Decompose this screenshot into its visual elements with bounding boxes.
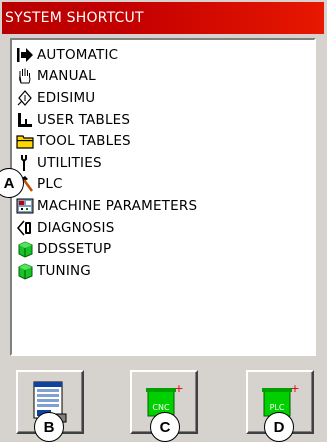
list-item-diagnosis[interactable]: DIAGNOSIS <box>16 217 197 239</box>
list-item-automatic[interactable]: AUTOMATIC <box>16 44 197 66</box>
axes-icon <box>16 111 34 129</box>
list-item-manual[interactable]: MANUAL <box>16 66 197 88</box>
svg-text:+: + <box>290 382 299 395</box>
machine-icon <box>16 197 34 215</box>
list-item-plc[interactable]: PLC <box>16 174 197 196</box>
list-item-label: DIAGNOSIS <box>37 219 115 236</box>
list-item-label: USER TABLES <box>37 111 131 128</box>
diagnosis-icon <box>16 219 34 237</box>
svg-text:+: + <box>174 382 183 395</box>
list-item-utilities[interactable]: UTILITIES <box>16 152 197 174</box>
list-item-label: DDSSETUP <box>37 241 112 258</box>
callout-c: C <box>150 412 180 442</box>
window-title: SYSTEM SHORTCUT <box>2 2 324 34</box>
green-cube-icon <box>16 240 34 258</box>
list-item-label: MANUAL <box>37 68 96 85</box>
list-item-edisimu[interactable]: EDISIMU <box>16 87 197 109</box>
list-item-user-tables[interactable]: USER TABLES <box>16 109 197 131</box>
shortcut-list-panel: AUTOMATIC MANUAL EDISIMU USER TABLES TOO… <box>10 38 316 356</box>
list-item-tool-tables[interactable]: TOOL TABLES <box>16 130 197 152</box>
callout-b: B <box>34 412 64 442</box>
list-item-label: TOOL TABLES <box>37 133 131 150</box>
list-item-machine-parameters[interactable]: MACHINE PARAMETERS <box>16 195 197 217</box>
green-cube-icon <box>16 262 34 280</box>
list-item-label: AUTOMATIC <box>37 46 119 63</box>
folder-icon <box>16 132 34 150</box>
list-item-label: PLC <box>37 176 63 193</box>
shortcut-list: AUTOMATIC MANUAL EDISIMU USER TABLES TOO… <box>16 44 197 282</box>
wrench-icon <box>16 154 34 172</box>
diamond-icon <box>16 89 34 107</box>
callout-d: D <box>264 412 294 442</box>
plc-icon-label: PLC <box>270 403 285 412</box>
list-item-ddssetup[interactable]: DDSSETUP <box>16 238 197 260</box>
list-item-tuning[interactable]: TUNING <box>16 260 197 282</box>
list-item-label: MACHINE PARAMETERS <box>37 197 198 214</box>
list-item-label: UTILITIES <box>37 154 102 171</box>
list-item-label: EDISIMU <box>37 89 96 106</box>
system-shortcut-window: SYSTEM SHORTCUT AUTOMATIC MANUAL EDISIMU <box>2 2 324 438</box>
cnc-icon-label: CNC <box>152 403 170 412</box>
list-item-label: TUNING <box>37 262 91 279</box>
arrow-right-icon <box>16 46 34 64</box>
hand-icon <box>16 67 34 85</box>
